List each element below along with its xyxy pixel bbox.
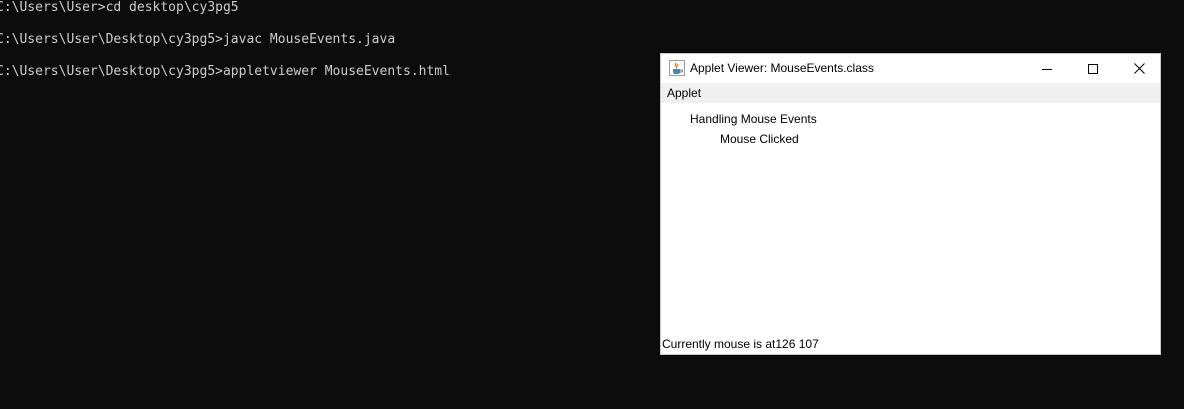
mouse-event-text: Mouse Clicked xyxy=(720,132,799,146)
maximize-icon xyxy=(1088,63,1098,74)
applet-canvas[interactable]: Handling Mouse Events Mouse Clicked Curr… xyxy=(661,103,1160,354)
console-line: C:\Users\User\Desktop\cy3pg5>javac Mouse… xyxy=(0,32,396,47)
close-button[interactable] xyxy=(1116,54,1162,83)
menu-applet[interactable]: Applet xyxy=(667,86,701,100)
minimize-icon xyxy=(1042,68,1052,70)
java-coffee-icon[interactable] xyxy=(669,60,685,76)
applet-viewer-window[interactable]: Applet Viewer: MouseEvents.class Applet … xyxy=(660,53,1161,355)
applet-heading: Handling Mouse Events xyxy=(690,112,817,126)
maximize-button[interactable] xyxy=(1070,54,1116,83)
minimize-button[interactable] xyxy=(1024,54,1070,83)
menu-bar: Applet xyxy=(661,83,1160,103)
console-line: C:\Users\User>cd desktop\cy3pg5 xyxy=(0,0,239,15)
console-line: C:\Users\User\Desktop\cy3pg5>appletviewe… xyxy=(0,64,450,79)
status-text: Currently mouse is at126 107 xyxy=(662,337,819,351)
window-title: Applet Viewer: MouseEvents.class xyxy=(690,61,874,75)
window-titlebar[interactable]: Applet Viewer: MouseEvents.class xyxy=(661,54,1160,83)
close-icon xyxy=(1133,63,1145,74)
